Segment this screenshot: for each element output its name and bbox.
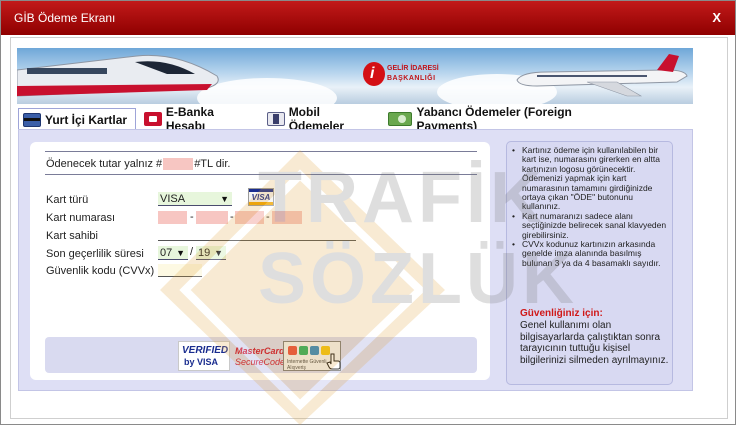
card-type-value: VISA [160, 192, 186, 205]
verified-visa-line1: VERIFIED [182, 345, 229, 356]
airplane-icon [516, 54, 688, 97]
expiry-month-select[interactable]: 07 ▼ [158, 246, 188, 260]
amount-suffix: #TL dir. [194, 158, 231, 170]
expiry-separator: / [190, 246, 194, 258]
secure-shopping-badge: Internette Güvenli Alışveriş [283, 341, 341, 371]
card-number-part2-input[interactable] [196, 211, 228, 224]
security-title: Güvenliğiniz için: [520, 308, 603, 319]
chevron-down-icon: ▼ [176, 247, 185, 258]
divider [45, 174, 477, 175]
card-number-separator: - [266, 211, 270, 223]
tab-e-bank[interactable]: E-Banka Hesabı [140, 105, 260, 133]
security-text: Genel kullanımı olan bilgisayarlarda çal… [520, 320, 669, 366]
expiry-year-select[interactable]: 19 ▼ [196, 246, 226, 260]
amount-prefix: Ödenecek tutar yalnız # [46, 158, 163, 170]
card-type-label: Kart türü [46, 194, 89, 206]
divider [45, 151, 477, 152]
card-number-part3-input[interactable] [235, 211, 264, 224]
card-number-part4-input[interactable] [272, 211, 302, 224]
info-bullet: Kart numaranızı sadece alanı seçtiğinizd… [507, 211, 667, 240]
card-number-label: Kart numarası [46, 212, 116, 224]
verified-visa-line2: by VISA [184, 357, 219, 367]
mobile-payment-icon [267, 111, 285, 126]
info-bullet: Kartınız ödeme için kullanılabilen bir k… [507, 145, 667, 212]
chevron-down-icon: ▼ [220, 193, 229, 204]
info-bullets: Kartınız ödeme için kullanılabilen bir k… [507, 145, 667, 268]
credit-card-icon [23, 112, 41, 127]
close-button[interactable]: X [712, 10, 721, 25]
badge-square [299, 346, 308, 355]
amount-row: Ödenecek tutar yalnız # #TL dir. [46, 158, 230, 170]
verified-by-visa-logo: VERIFIED by VISA [178, 341, 230, 371]
tab-domestic-cards[interactable]: Yurt İçi Kartlar [18, 108, 136, 130]
mastercard-line1: MasterCard. [235, 346, 288, 356]
visa-card-label: VISA [251, 192, 271, 202]
logo-text-line2: BAŞKANLIĞI [387, 75, 436, 82]
card-number-separator: - [230, 211, 234, 223]
info-bullet: CVVx kodunuz kartınızın arkasında geneld… [507, 239, 667, 268]
expiry-label: Son geçerlilik süresi [46, 248, 144, 260]
foreign-payment-icon [388, 111, 413, 126]
bank-lock-icon [144, 111, 162, 126]
window-title: GİB Ödeme Ekranı [14, 11, 116, 25]
mastercard-securecode-logo: MasterCard. SecureCode. [235, 344, 288, 370]
badge-square [310, 346, 319, 355]
card-type-select[interactable]: VISA ▼ [158, 192, 232, 206]
tab-foreign-payments[interactable]: Yabancı Ödemeler (Foreign Payments) [384, 105, 626, 133]
card-number-part1-input[interactable] [158, 211, 187, 224]
amount-value-box [163, 158, 194, 170]
expiry-month-value: 07 [160, 246, 173, 259]
badge-square [288, 346, 297, 355]
train-icon [17, 54, 219, 97]
title-bar: GİB Ödeme Ekranı X [1, 1, 735, 35]
chevron-down-icon: ▼ [214, 247, 223, 258]
card-holder-input[interactable] [158, 228, 356, 241]
mastercard-line2: SecureCode. [235, 357, 288, 367]
tab-mobile-payments[interactable]: Mobil Ödemeler [263, 105, 381, 133]
visa-card-icon: VISA [248, 188, 274, 206]
header-banner: i GELİR İDARESİ BAŞKANLIĞI [17, 48, 693, 104]
cvv-input[interactable] [158, 264, 202, 277]
cvv-label: Güvenlik kodu (CVVx) [46, 265, 155, 277]
tab-label: Yurt İçi Kartlar [45, 112, 128, 127]
banner-illustration [17, 54, 688, 97]
card-holder-label: Kart sahibi [46, 230, 98, 242]
logo-text-line1: GELİR İDARESİ [387, 65, 439, 72]
gib-logo: i GELİR İDARESİ BAŞKANLIĞI [363, 62, 453, 90]
card-number-separator: - [190, 211, 194, 223]
expiry-year-value: 19 [198, 246, 211, 259]
hand-cursor-icon [326, 353, 341, 370]
